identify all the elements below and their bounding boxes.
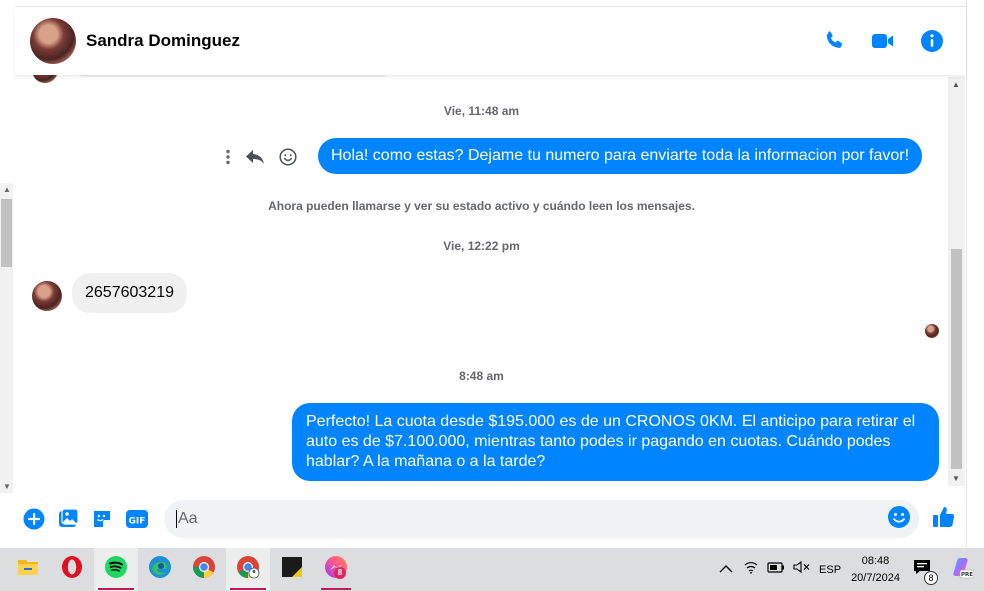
messenger-window: ▲ ▼ Sandra Dominguez Vie, 11:48 am Hola!… [0, 0, 984, 591]
taskbar-messenger[interactable]: 8 [314, 548, 358, 591]
emoji-icon[interactable] [887, 505, 911, 534]
seen-indicator-avatar [925, 324, 939, 338]
photo-icon[interactable] [57, 508, 79, 530]
message-input-container [164, 500, 919, 538]
message-composer: GIF [15, 490, 966, 548]
taskbar-sticky-notes[interactable] [270, 548, 314, 591]
more-options-icon[interactable] [225, 149, 231, 165]
windows-taskbar: 8 ESP 08:48 20/7/2024 8 PRE [0, 548, 984, 591]
message-input[interactable] [176, 510, 887, 528]
contact-avatar-small [32, 75, 58, 83]
window-top-edge [15, 0, 966, 7]
messenger-unread-badge: 8 [334, 567, 346, 579]
video-camera-icon[interactable] [870, 29, 896, 53]
opera-icon [60, 555, 84, 584]
chat-scrollbar[interactable]: ▲ ▼ [948, 77, 965, 486]
spotify-icon [104, 555, 128, 584]
taskbar-file-explorer[interactable] [6, 548, 50, 591]
reply-icon[interactable] [245, 149, 265, 165]
header-actions [822, 29, 944, 53]
battery-icon[interactable] [767, 560, 785, 579]
svg-text:PRE: PRE [961, 572, 973, 578]
contact-avatar[interactable] [30, 18, 76, 64]
page-scrollbar[interactable]: ▲ ▼ [0, 183, 13, 493]
contact-name[interactable]: Sandra Dominguez [86, 31, 240, 51]
sticker-icon[interactable] [91, 508, 113, 530]
taskbar-opera[interactable] [50, 548, 94, 591]
outgoing-message[interactable]: Perfecto! La cuota desde $195.000 es de … [292, 403, 939, 481]
svg-text:GIF: GIF [129, 517, 146, 527]
gif-icon[interactable]: GIF [125, 508, 149, 530]
scroll-down-arrow-icon[interactable]: ▼ [952, 474, 960, 483]
composer-tools: GIF [23, 508, 149, 530]
timestamp: Vie, 11:48 am [443, 104, 520, 118]
previous-message-bubble[interactable] [73, 75, 393, 77]
message-actions [225, 148, 297, 166]
timestamp: 8:48 am [459, 369, 504, 383]
contact-avatar-small[interactable] [32, 281, 62, 311]
copilot-icon[interactable]: PRE [950, 555, 975, 584]
info-icon[interactable] [920, 29, 944, 53]
incoming-message[interactable]: 2657603219 [72, 273, 187, 313]
sticky-notes-icon [280, 555, 304, 584]
message-list[interactable]: Vie, 11:48 am Hola! como estas? Dejame t… [15, 75, 948, 490]
phone-icon[interactable] [822, 29, 846, 53]
edge-icon [148, 555, 172, 584]
conversation-header: Sandra Dominguez [15, 7, 966, 75]
folder-icon [16, 556, 40, 583]
notifications-count-badge: 8 [924, 571, 938, 585]
taskbar-spotify[interactable] [94, 548, 138, 591]
clock-date: 20/7/2024 [851, 571, 900, 584]
taskbar-edge[interactable] [138, 548, 182, 591]
chevron-up-icon[interactable] [719, 561, 733, 579]
chrome-icon [192, 555, 216, 584]
plus-icon[interactable] [23, 508, 45, 530]
input-language[interactable]: ESP [819, 564, 841, 576]
timestamp: Vie, 12:22 pm [443, 239, 520, 253]
taskbar-chrome[interactable] [182, 548, 226, 591]
chrome-profile-icon [236, 555, 260, 584]
clock-time: 08:48 [861, 554, 890, 567]
system-notice: Ahora pueden llamarse y ver su estado ac… [268, 199, 695, 213]
wifi-icon[interactable] [743, 560, 759, 579]
react-emoji-icon[interactable] [279, 148, 297, 166]
messenger-icon: 8 [324, 555, 348, 584]
thumbs-up-icon[interactable] [931, 504, 957, 535]
outgoing-message[interactable]: Hola! como estas? Dejame tu numero para … [318, 138, 923, 174]
chat-scroll-thumb[interactable] [951, 249, 962, 469]
scroll-up-arrow-icon[interactable]: ▲ [952, 80, 960, 89]
system-clock[interactable]: 08:48 20/7/2024 [851, 553, 900, 587]
taskbar-chrome-profile[interactable] [226, 548, 270, 591]
page-scroll-thumb[interactable] [1, 199, 12, 267]
window-right-edge [966, 0, 984, 548]
system-tray: ESP 08:48 20/7/2024 8 PRE [719, 548, 984, 591]
notifications-icon[interactable]: 8 [912, 558, 938, 585]
scroll-down-arrow-icon[interactable]: ▼ [3, 482, 11, 491]
scroll-up-arrow-icon[interactable]: ▲ [3, 185, 11, 194]
speaker-muted-icon[interactable] [793, 560, 811, 579]
